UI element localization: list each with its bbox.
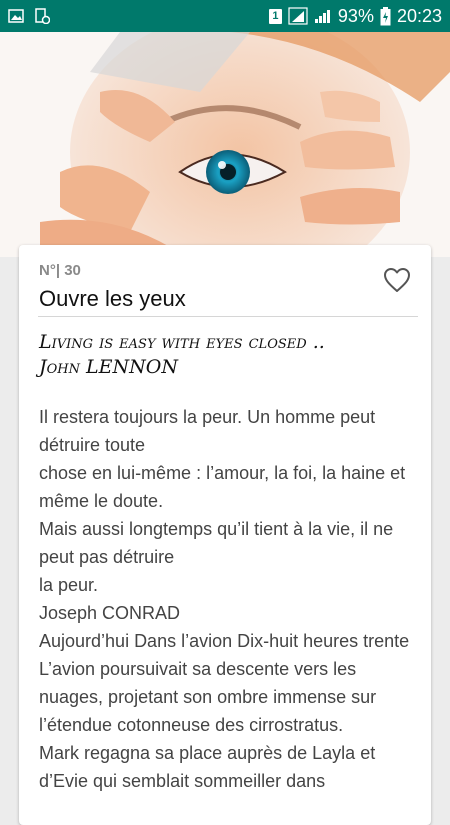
favorite-button[interactable] [383, 267, 411, 293]
story-line: Il restera toujours la peur. Un homme pe… [39, 407, 376, 455]
card-title: Ouvre les yeux [39, 286, 186, 311]
clock: 20:23 [396, 5, 442, 26]
epigraph: Living is easy with eyes closed .. John … [39, 330, 409, 380]
story-line: Mais aussi longtemps qu’il tient à la vi… [39, 519, 394, 567]
status-bar: 1 93% 20:23 [0, 0, 450, 32]
quote-card: N°| 30 Ouvre les yeux Living is easy wit… [19, 245, 431, 825]
epigraph-author: John LENNON [39, 356, 178, 378]
story-line: la peur. [39, 575, 99, 595]
story-line: Mark regagna sa place auprès de Layla et… [39, 743, 376, 791]
card-number: N°| 30 [39, 262, 81, 279]
device-alert-icon [34, 8, 50, 24]
story-line: L’avion poursuivait sa descente vers les… [39, 659, 377, 735]
heart-icon [384, 268, 410, 292]
battery-icon [380, 6, 391, 26]
story-line: chose en lui-même : l’amour, la foi, la … [39, 463, 406, 511]
eye-hands-illustration [0, 32, 450, 257]
signal-bars-icon [314, 8, 332, 24]
divider [38, 316, 418, 317]
sim-badge: 1 [268, 8, 282, 24]
story-line: Aujourd’hui Dans l’avion Dix-huit heures… [39, 631, 410, 651]
battery-percent: 93% [337, 5, 374, 26]
epigraph-line: Living is easy with eyes closed .. [39, 331, 325, 353]
story-text: Il restera toujours la peur. Un homme pe… [39, 403, 419, 795]
story-line: Joseph CONRAD [39, 603, 181, 623]
image-icon [8, 9, 24, 23]
signal-icon [288, 7, 308, 25]
hero-image [0, 32, 450, 257]
